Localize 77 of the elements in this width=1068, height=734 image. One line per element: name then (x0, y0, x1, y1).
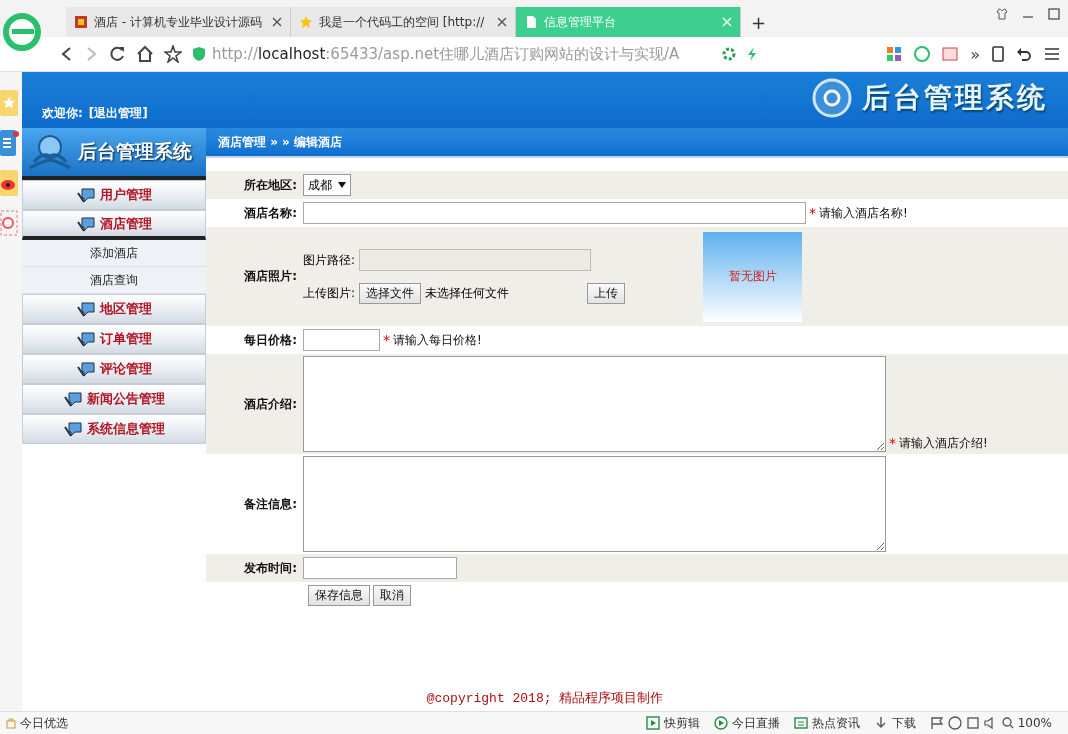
field-label: 酒店介绍: (243, 395, 298, 413)
close-icon[interactable] (272, 17, 282, 27)
field-label: 发布时间: (243, 559, 298, 577)
form-button[interactable]: 取消 (373, 585, 411, 606)
text-field[interactable] (303, 329, 380, 351)
text-field[interactable] (303, 557, 457, 579)
field-label: 酒店照片: (243, 268, 298, 285)
maximize-icon[interactable] (1048, 8, 1060, 20)
zoom-level[interactable]: 100% (1017, 716, 1052, 730)
field-label: 酒店名称: (243, 204, 298, 222)
field-label: 所在地区: (243, 176, 298, 194)
status-icon (713, 716, 728, 730)
sidebar-menu-item[interactable]: 酒店管理 (22, 210, 206, 240)
browser-tab[interactable]: 酒店 - 计算机专业毕业设计源码 (66, 7, 291, 37)
apps-icon[interactable] (886, 46, 903, 62)
required-mark: * (383, 331, 390, 348)
phone-icon[interactable] (992, 46, 1004, 62)
sidebar-menu-item[interactable]: 新闻公告管理 (22, 384, 206, 414)
more-button[interactable]: » (970, 44, 980, 64)
search-icon (1001, 717, 1014, 729)
no-image-text: 暂无图片 (728, 268, 777, 285)
text-field[interactable] (303, 202, 806, 224)
copyright-text: @copyright 2018; 精品程序项目制作 (426, 691, 664, 706)
sidebar-menu-item[interactable]: 订单管理 (22, 324, 206, 354)
status-link[interactable]: 热点资讯 (811, 714, 860, 732)
logout-link[interactable]: [退出管理] (88, 105, 148, 122)
no-file-text: 未选择任何文件 (425, 285, 510, 302)
field-label: 每日价格: (243, 331, 298, 349)
hint-text: 请输入酒店名称! (819, 204, 908, 222)
form-button[interactable]: 保存信息 (308, 585, 370, 606)
required-mark: * (809, 204, 816, 221)
sidebar-subitem[interactable]: 添加酒店 (22, 240, 206, 267)
region-select[interactable]: 成都 (303, 174, 351, 196)
banner-title: 后台管理系统 (862, 80, 1048, 116)
status-link[interactable]: 今日直播 (731, 714, 780, 732)
upload-button[interactable]: 上传 (587, 283, 626, 304)
bag-icon (6, 717, 16, 729)
required-mark: * (889, 435, 896, 451)
tab-icon (524, 15, 538, 29)
hint-text: 请输入酒店介绍! (899, 435, 988, 452)
text-area[interactable] (303, 356, 886, 452)
browser-tab[interactable]: 我是一个代码工的空间 [http:// (291, 7, 516, 37)
window-icon[interactable] (965, 716, 980, 730)
sidebar-menu-item[interactable]: 用户管理 (22, 180, 206, 210)
shirt-icon[interactable] (996, 8, 1008, 20)
sidebar-menu-item[interactable]: 地区管理 (22, 294, 206, 324)
status-icon (645, 716, 660, 730)
status-link[interactable]: 下载 (891, 714, 916, 732)
sidebar-menu-item[interactable]: 系统信息管理 (22, 414, 206, 444)
welcome-label: 欢迎你: (42, 105, 83, 122)
notes-icon[interactable] (0, 130, 20, 156)
loading-icon (722, 47, 736, 61)
tab-icon (299, 15, 313, 29)
reload-icon[interactable] (108, 45, 126, 63)
sidebar-subitem[interactable]: 酒店查询 (22, 267, 206, 294)
field-label: 备注信息: (243, 495, 298, 513)
text-area[interactable] (303, 456, 886, 552)
path-label: 图片路径: (303, 251, 356, 269)
status-link[interactable]: 快剪辑 (663, 714, 700, 732)
upload-label: 上传图片: (303, 285, 356, 302)
dropdown-caret-icon (338, 182, 346, 188)
sidebar-menu-item[interactable]: 评论管理 (22, 354, 206, 384)
star-icon[interactable] (164, 45, 182, 63)
status-icon (793, 716, 808, 730)
address-bar[interactable]: http://localhost:65433/asp.net住哪儿酒店订购网站的设计与实现/A (192, 44, 712, 64)
new-tab-button[interactable]: + (741, 12, 777, 37)
home-icon[interactable] (136, 45, 154, 63)
status-link[interactable]: 今日优选 (20, 714, 68, 732)
tab-icon (74, 15, 88, 29)
lightning-icon (746, 46, 758, 62)
close-icon[interactable] (497, 17, 507, 27)
sidebar-logo: 后台管理系统 (22, 128, 206, 180)
hint-text: 请输入每日价格! (393, 331, 482, 349)
undo-icon[interactable] (1016, 46, 1032, 62)
breadcrumb-bar: 酒店管理 » » 编辑酒店 (206, 128, 1068, 158)
menu-icon[interactable] (1044, 47, 1060, 61)
choose-file-button[interactable]: 选择文件 (359, 283, 422, 304)
